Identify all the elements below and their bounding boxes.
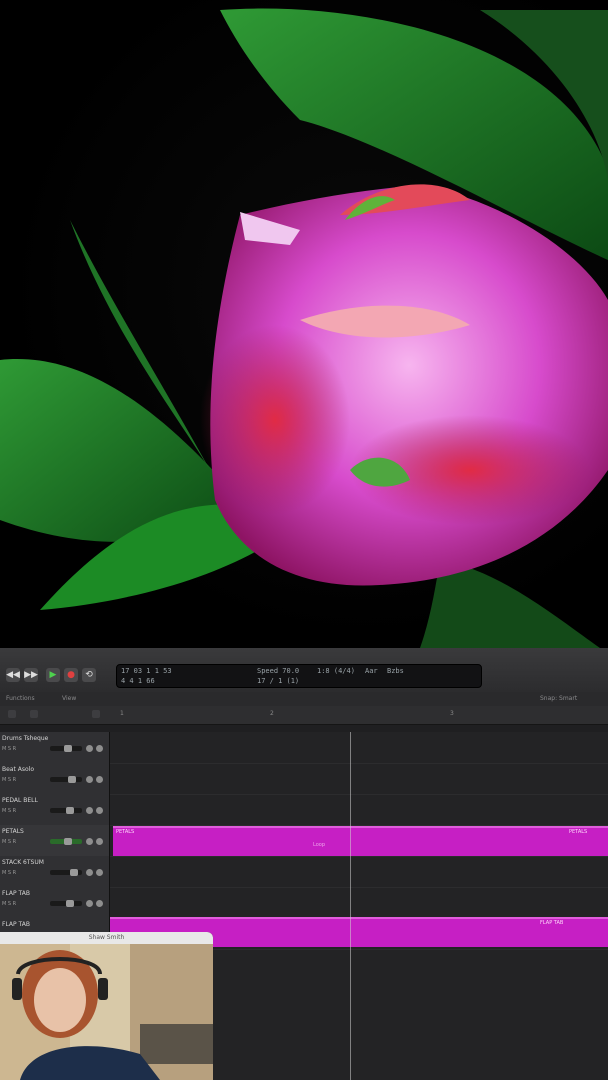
fader-knob[interactable] <box>66 807 74 814</box>
track-mute-solo[interactable]: M S R <box>2 777 16 783</box>
fader-knob[interactable] <box>64 745 72 752</box>
flower-image <box>0 8 608 648</box>
track-mute-solo[interactable]: M S R <box>2 839 16 845</box>
cycle-button[interactable]: ⟲ <box>82 668 96 682</box>
track-header[interactable]: STACK 6TSUM M S R <box>0 856 109 888</box>
send-knob[interactable] <box>96 869 103 876</box>
track-lane[interactable] <box>110 763 608 795</box>
send-knob[interactable] <box>96 745 103 752</box>
fader-knob[interactable] <box>68 776 76 783</box>
lcd-meter: 1:8 (4/4) <box>317 667 355 675</box>
pan-knob[interactable] <box>86 745 93 752</box>
send-knob[interactable] <box>96 900 103 907</box>
add-track-icon[interactable] <box>8 710 16 718</box>
track-lane[interactable]: PETALS Loop PETALS <box>110 825 608 857</box>
volume-fader[interactable] <box>50 807 82 814</box>
ruler-tick: 3 <box>450 710 454 717</box>
video-view <box>0 0 608 648</box>
track-header[interactable]: FLAP TAB M S R <box>0 887 109 919</box>
lcd-extra: Bzbs <box>387 667 404 675</box>
track-header[interactable]: PETALS M S R <box>0 825 109 857</box>
track-header[interactable]: Beat Asolo M S R <box>0 763 109 795</box>
pan-knob[interactable] <box>86 838 93 845</box>
region-label: PETALS <box>569 829 588 835</box>
rewind-button[interactable]: ◀◀ <box>6 668 20 682</box>
track-mute-solo[interactable]: M S R <box>2 808 16 814</box>
snap-menu[interactable]: Snap: Smart <box>540 695 577 702</box>
send-knob[interactable] <box>96 807 103 814</box>
fader-knob[interactable] <box>70 869 78 876</box>
track-lane[interactable] <box>110 887 608 919</box>
pan-knob[interactable] <box>86 869 93 876</box>
lcd-display: 17 03 1 1 53 4 4 1 66 Speed 70.0 17 / 1 … <box>116 664 482 688</box>
lcd-beats: 4 4 1 66 <box>121 677 155 685</box>
track-lane[interactable] <box>110 856 608 888</box>
webcam-name: Shaw Smith <box>0 932 213 944</box>
track-header[interactable]: Drums Tsheque M S R <box>0 732 109 764</box>
track-name: Beat Asolo <box>2 766 34 773</box>
transport-bar: ◀◀ ▶▶ ▶ ● ⟲ 17 03 1 1 53 4 4 1 66 Speed … <box>0 648 608 693</box>
region-label: PETALS <box>116 829 135 835</box>
fader-knob[interactable] <box>66 900 74 907</box>
track-mute-solo[interactable]: M S R <box>2 746 16 752</box>
lcd-sub: 17 / 1 (1) <box>257 677 300 685</box>
webcam-video <box>0 944 213 1080</box>
volume-fader[interactable] <box>50 745 82 752</box>
pan-knob[interactable] <box>86 900 93 907</box>
region-label: Loop <box>313 842 325 848</box>
lcd-position: 17 03 1 1 53 <box>121 667 172 675</box>
track-name: PEDAL BELL <box>2 797 38 804</box>
volume-fader[interactable] <box>50 869 82 876</box>
lcd-key: Aar <box>365 667 378 675</box>
track-mute-solo[interactable]: M S R <box>2 870 16 876</box>
view-menu[interactable]: View <box>62 695 76 702</box>
track-options-icon[interactable] <box>30 710 38 718</box>
edit-toolbar: Functions View Snap: Smart <box>0 692 608 706</box>
ruler-tick: 1 <box>120 710 124 717</box>
track-name: PETALS <box>2 828 24 835</box>
pan-knob[interactable] <box>86 807 93 814</box>
fader-knob[interactable] <box>64 838 72 845</box>
track-name: FLAP TAB <box>2 921 30 928</box>
track-name: Drums Tsheque <box>2 735 49 742</box>
track-lane[interactable] <box>110 732 608 764</box>
pan-knob[interactable] <box>86 776 93 783</box>
volume-fader[interactable] <box>50 838 82 845</box>
ruler-tick: 2 <box>270 710 274 717</box>
webcam-overlay: Shaw Smith <box>0 932 213 1080</box>
global-tracks-icon[interactable] <box>92 710 100 718</box>
region-label: FLAP TAB <box>540 920 564 926</box>
playhead[interactable] <box>350 732 351 1080</box>
forward-button[interactable]: ▶▶ <box>24 668 38 682</box>
volume-fader[interactable] <box>50 776 82 783</box>
lcd-tempo: Speed 70.0 <box>257 667 300 675</box>
send-knob[interactable] <box>96 838 103 845</box>
track-name: FLAP TAB <box>2 890 30 897</box>
volume-fader[interactable] <box>50 900 82 907</box>
track-mute-solo[interactable]: M S R <box>2 901 16 907</box>
audio-region[interactable]: PETALS Loop PETALS <box>113 826 608 856</box>
track-name: STACK 6TSUM <box>2 859 44 866</box>
timeline-ruler[interactable]: 1 2 3 <box>0 706 608 725</box>
play-button[interactable]: ▶ <box>46 668 60 682</box>
send-knob[interactable] <box>96 776 103 783</box>
track-lane[interactable] <box>110 794 608 826</box>
record-button[interactable]: ● <box>64 668 78 682</box>
functions-menu[interactable]: Functions <box>6 695 35 702</box>
track-header[interactable]: PEDAL BELL M S R <box>0 794 109 826</box>
